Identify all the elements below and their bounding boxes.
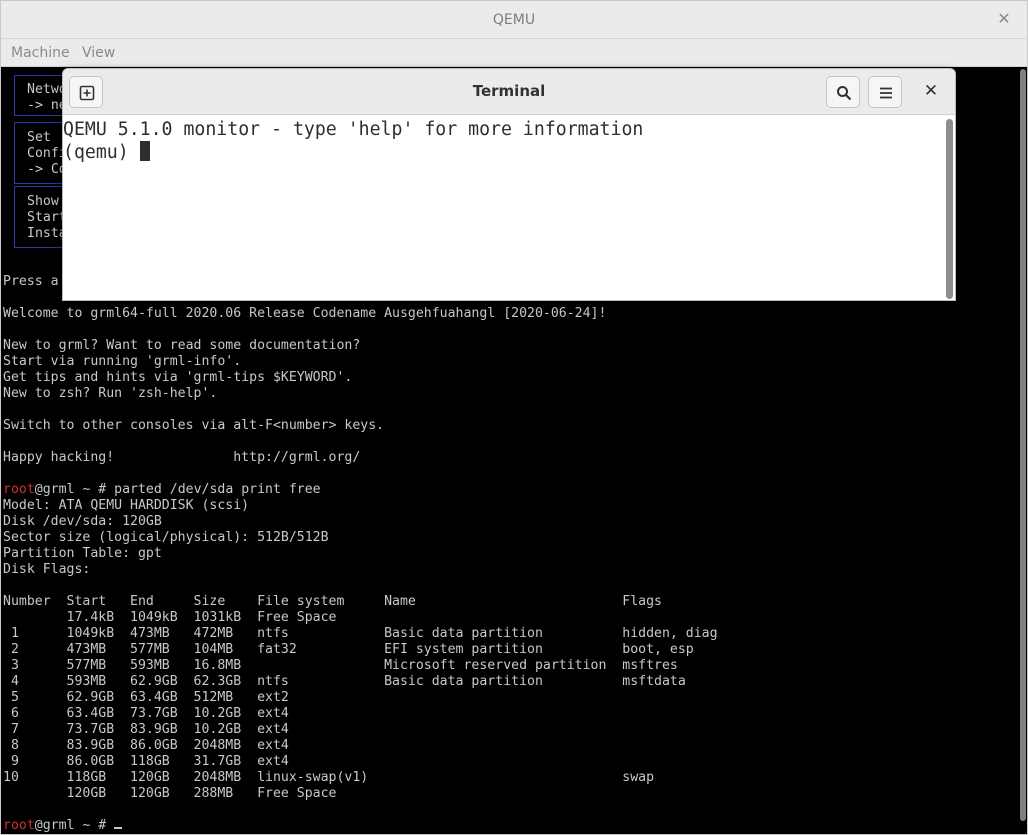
boot-menu-text-3: Show Start Insta	[27, 194, 67, 241]
terminal-headerbar[interactable]: Terminal ✕	[63, 69, 955, 115]
terminal-scrollbar-thumb[interactable]	[946, 119, 953, 299]
terminal-body[interactable]: QEMU 5.1.0 monitor - type 'help' for mor…	[63, 115, 955, 300]
menu-button[interactable]	[868, 76, 902, 108]
command-prompt-line: root@grml ~ # parted /dev/sda print free	[3, 482, 321, 497]
menu-machine[interactable]: Machine	[11, 45, 70, 61]
console-output: Press a Welcome to grml64-full 2020.06 R…	[3, 274, 718, 834]
qemu-titlebar[interactable]: QEMU ✕	[1, 1, 1027, 39]
terminal-cursor	[139, 141, 150, 161]
docs-line: New to zsh? Run 'zsh-help'.	[3, 386, 218, 401]
docs-line: Get tips and hints via 'grml-tips $KEYWO…	[3, 370, 353, 385]
console-cursor	[114, 827, 123, 829]
menu-view[interactable]: View	[82, 45, 115, 61]
partition-row: 120GB 120GB 288MB Free Space	[3, 786, 337, 801]
terminal-output: QEMU 5.1.0 monitor - type 'help' for mor…	[63, 118, 643, 164]
partition-row: 2 473MB 577MB 104MB fat32 EFI system par…	[3, 642, 694, 657]
terminal-title: Terminal	[472, 82, 546, 100]
search-button[interactable]	[826, 76, 860, 108]
qemu-close-icon[interactable]: ✕	[995, 10, 1013, 28]
disk-info-line: Partition Table: gpt	[3, 546, 162, 561]
partition-row: 3 577MB 593MB 16.8MB Microsoft reserved …	[3, 658, 678, 673]
vm-scrollbar[interactable]	[1020, 69, 1026, 829]
partition-table-header: Number Start End Size File system Name F…	[3, 594, 662, 609]
partition-row: 9 86.0GB 118GB 31.7GB ext4	[3, 754, 289, 769]
qemu-window-title: QEMU	[492, 12, 536, 28]
partition-row: 6 63.4GB 73.7GB 10.2GB ext4	[3, 706, 289, 721]
partition-row: 5 62.9GB 63.4GB 512MB ext2	[3, 690, 289, 705]
welcome-line: Welcome to grml64-full 2020.06 Release C…	[3, 306, 607, 321]
terminal-close-icon[interactable]: ✕	[921, 81, 941, 101]
docs-line: New to grml? Want to read some documenta…	[3, 338, 361, 353]
search-icon	[837, 86, 852, 101]
happy-hacking-line: Happy hacking! http://grml.org/	[3, 450, 361, 465]
partition-row: 1 1049kB 473MB 472MB ntfs Basic data par…	[3, 626, 718, 641]
partition-row: 17.4kB 1049kB 1031kB Free Space	[3, 610, 337, 625]
qemu-menubar: Machine View	[1, 39, 1027, 67]
terminal-window[interactable]: Terminal ✕ QEMU 5.1.0 monitor - type 'he…	[62, 68, 956, 301]
disk-info-line: Model: ATA QEMU HARDDISK (scsi)	[3, 498, 250, 513]
vm-scrollbar-thumb[interactable]	[1020, 69, 1026, 821]
partition-row: 7 73.7GB 83.9GB 10.2GB ext4	[3, 722, 289, 737]
docs-line: Start via running 'grml-info'.	[3, 354, 242, 369]
hamburger-menu-icon	[880, 87, 892, 99]
partition-row: 4 593MB 62.9GB 62.3GB ntfs Basic data pa…	[3, 674, 686, 689]
partition-row: 10 118GB 120GB 2048MB linux-swap(v1) swa…	[3, 770, 655, 785]
disk-info-line: Sector size (logical/physical): 512B/512…	[3, 530, 329, 545]
terminal-scrollbar[interactable]	[946, 119, 953, 299]
monitor-banner: QEMU 5.1.0 monitor - type 'help' for mor…	[63, 119, 644, 140]
partition-row: 8 83.9GB 86.0GB 2048MB ext4	[3, 738, 289, 753]
disk-info-line: Disk Flags:	[3, 562, 91, 577]
monitor-prompt-line: (qemu)	[63, 141, 643, 164]
current-prompt-line: root@grml ~ #	[3, 818, 718, 834]
command-text: parted /dev/sda print free	[114, 482, 321, 497]
switch-consoles-line: Switch to other consoles via alt-F<numbe…	[3, 418, 385, 433]
boot-menu-text-1: Netwo -> ne	[27, 82, 67, 113]
boot-menu-text-2: Set Confi -> Co	[27, 130, 67, 177]
disk-info-line: Disk /dev/sda: 120GB	[3, 514, 162, 529]
